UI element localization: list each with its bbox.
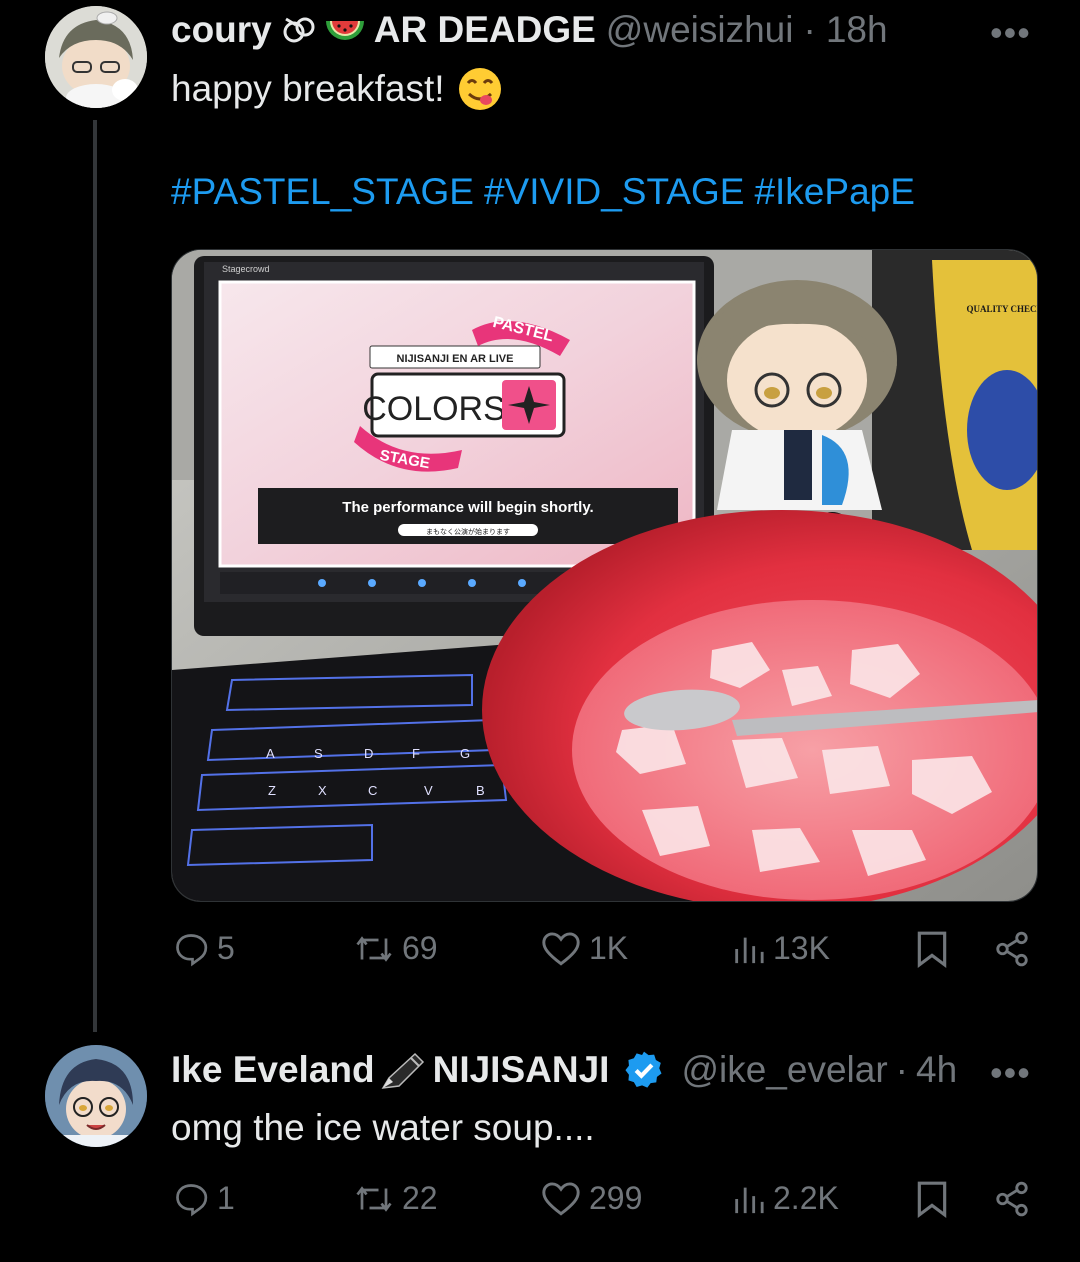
reply-count: 5 [217,930,235,966]
avatar-coury[interactable] [45,6,147,108]
reply-repost-button[interactable]: 22 [354,1180,438,1217]
key-x: X [318,783,327,798]
reply-bookmark-button[interactable] [915,1180,949,1218]
key-s: S [314,746,323,761]
key-f: F [412,746,420,761]
display-name-suffix[interactable]: AR DEADGE [374,8,596,52]
views-icon [735,1187,764,1213]
hashtag-vivid-stage[interactable]: #VIVID_STAGE [484,171,744,212]
reply-text: omg the ice water soup.... [171,1107,595,1148]
heart-icon [542,931,580,966]
key-c: C [368,783,377,798]
reply-views-count: 2.2K [773,1180,839,1216]
share-icon [996,931,1028,967]
reply-repost-count: 22 [402,1180,438,1216]
reply-display-name[interactable]: Ike Eveland [171,1048,375,1092]
screen-message: The performance will begin shortly. [342,499,593,516]
fountain-pen-icon [379,1048,429,1092]
bookmark-button[interactable] [915,930,949,968]
hashtag-line: #PASTEL_STAGE #VIVID_STAGE #IkePapE [171,170,925,214]
repost-icon [356,1185,392,1212]
reply-reply-button[interactable]: 1 [173,1180,235,1217]
reply-button[interactable]: 5 [173,930,235,967]
more-options-button[interactable]: ••• [990,12,1031,54]
views-icon [735,937,764,963]
heart-icon [542,1181,580,1216]
screen-top-label: Stagecrowd [222,264,270,274]
views-count: 13K [773,930,830,966]
reply-user-handle[interactable]: @ike_evelar [681,1048,887,1092]
like-button[interactable]: 1K [541,930,628,967]
badge-text: QUALITY CHECK [967,304,1038,314]
share-button[interactable] [993,930,1031,968]
reply-icon [176,933,208,966]
reply-like-count: 299 [589,1180,643,1216]
share-icon [996,1181,1028,1217]
timestamp[interactable]: 18h [826,8,888,52]
reply-icon [176,1183,208,1216]
reply-views-button[interactable]: 2.2K [731,1180,839,1217]
repost-count: 69 [402,930,438,966]
hashtag-ikepape[interactable]: #IkePapE [754,171,914,212]
bookmark-icon [917,931,947,968]
tweet-text: happy breakfast! [171,68,445,109]
key-g: G [460,746,470,761]
views-button[interactable]: 13K [731,930,830,967]
tweet-actions: 5 69 1K 13K [171,930,1037,990]
yum-face-icon [457,66,503,112]
colors-logo: COLORS [362,390,506,428]
screen-sub-message: まもなく公演が始まります [426,527,510,536]
user-handle[interactable]: @weisizhui [606,8,794,52]
like-count: 1K [589,930,629,966]
banner-title: NIJISANJI EN AR LIVE [397,353,514,365]
thread-line [93,120,97,1032]
repost-icon [356,935,392,962]
reply-reply-count: 1 [217,1180,235,1216]
watermelon-icon [324,13,366,47]
reply-share-button[interactable] [993,1180,1031,1218]
key-a: A [266,746,275,761]
ribbon-icon [282,13,316,47]
key-d: D [364,746,373,761]
reply-like-button[interactable]: 299 [541,1180,642,1217]
avatar-ike-eveland[interactable] [45,1045,147,1147]
tweet-header: coury AR DEADGE @weisizhui · 18h [171,8,888,52]
reply-timestamp[interactable]: 4h [916,1048,957,1092]
tweet-photo[interactable]: Stagecrowd NIJISANJI EN AR LIVE COLORS P… [171,249,1038,902]
reply-more-options-button[interactable]: ••• [990,1052,1031,1094]
tweet-text-line: happy breakfast! [171,66,503,112]
reply-separator-dot: · [895,1049,908,1090]
repost-button[interactable]: 69 [354,930,438,967]
key-v: V [424,783,433,798]
reply-display-name-suffix[interactable]: NIJISANJI [433,1048,610,1092]
key-b: B [476,783,485,798]
hashtag-pastel-stage[interactable]: #PASTEL_STAGE [171,171,474,212]
display-name[interactable]: coury [171,8,272,52]
verified-badge-icon [623,1049,665,1091]
bookmark-icon [917,1181,947,1218]
reply-actions: 1 22 299 2.2K [171,1180,1037,1240]
separator-dot: · [803,9,816,50]
key-z: Z [268,783,276,798]
reply-header: Ike Eveland NIJISANJI @ike_evelar · 4h [171,1048,957,1092]
